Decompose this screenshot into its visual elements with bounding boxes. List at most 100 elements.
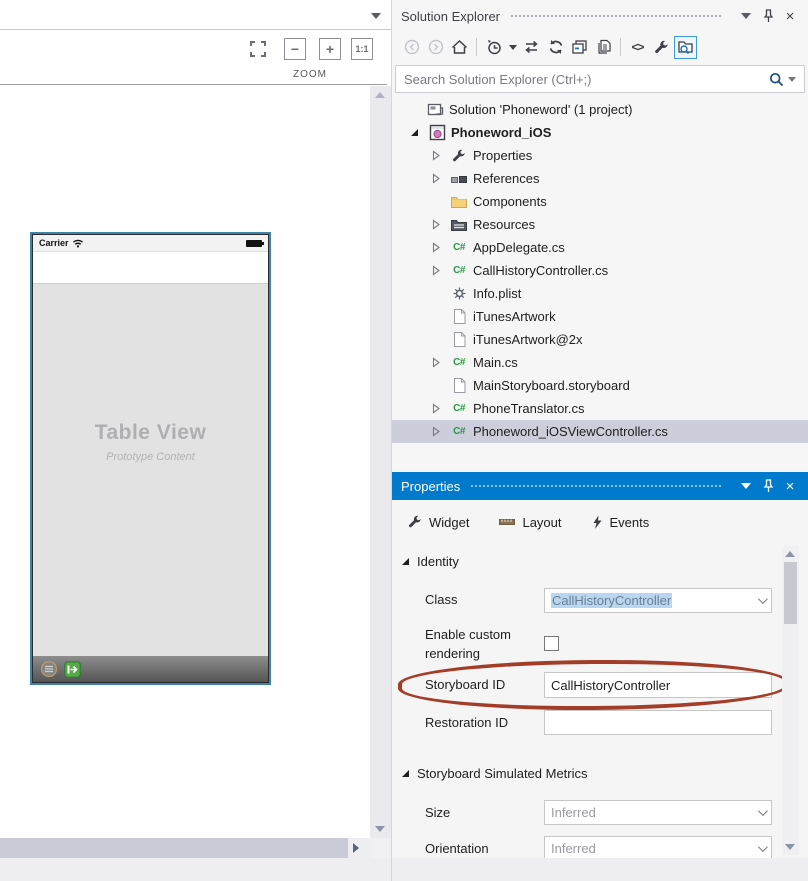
storyboard-id-label: Storyboard ID xyxy=(425,677,505,692)
tree-item-label: Main.cs xyxy=(473,355,518,370)
tree-item[interactable]: iTunesArtwork@2x xyxy=(392,328,808,351)
tree-item[interactable]: C#AppDelegate.cs xyxy=(392,236,808,259)
tree-item[interactable]: C#Main.cs xyxy=(392,351,808,374)
refresh-button[interactable] xyxy=(544,36,567,59)
tab-widget[interactable]: Widget xyxy=(408,515,469,530)
identity-section-header[interactable]: Identity xyxy=(402,554,459,569)
expander-collapsed-icon[interactable] xyxy=(428,173,444,184)
expander-collapsed-icon[interactable] xyxy=(428,242,444,253)
show-all-files-button[interactable] xyxy=(592,36,615,59)
list-circle-icon[interactable] xyxy=(40,660,58,678)
pending-changes-filter-button[interactable] xyxy=(482,36,505,59)
expander-collapsed-icon[interactable] xyxy=(428,265,444,276)
class-combobox[interactable]: CallHistoryController xyxy=(544,588,772,613)
scroll-down-icon[interactable] xyxy=(785,844,795,850)
storyboard-id-input[interactable] xyxy=(544,672,772,698)
search-icon[interactable] xyxy=(769,72,784,87)
properties-panel: Properties × Widget xyxy=(392,472,808,881)
wifi-icon xyxy=(72,239,84,248)
expanded-icon xyxy=(402,558,409,565)
pin-button[interactable] xyxy=(759,477,777,495)
scroll-down-icon[interactable] xyxy=(375,826,385,832)
restoration-id-input[interactable] xyxy=(544,710,772,735)
document-tabs-dropdown-icon[interactable] xyxy=(371,13,381,19)
sync-with-active-document-button[interactable] xyxy=(674,36,697,59)
tree-item[interactable]: MainStoryboard.storyboard xyxy=(392,374,808,397)
tree-item-label: iTunesArtwork xyxy=(473,309,556,324)
expander-collapsed-icon[interactable] xyxy=(428,357,444,368)
sync-views-button[interactable] xyxy=(520,36,543,59)
fit-to-screen-icon xyxy=(250,41,266,57)
solution-explorer-toolbar: <> xyxy=(392,32,808,62)
tree-item[interactable]: Components xyxy=(392,190,808,213)
scroll-right-icon[interactable] xyxy=(353,843,359,853)
tree-item[interactable]: Resources xyxy=(392,213,808,236)
tree-item[interactable]: Info.plist xyxy=(392,282,808,305)
tree-item-label: Solution 'Phoneword' (1 project) xyxy=(449,102,632,117)
document-tab-strip xyxy=(0,0,391,30)
tree-item[interactable]: C#CallHistoryController.cs xyxy=(392,259,808,282)
table-view[interactable]: Table View Prototype Content xyxy=(33,283,268,656)
expander-collapsed-icon[interactable] xyxy=(428,426,444,437)
view-code-button[interactable]: <> xyxy=(626,36,649,59)
expander-collapsed-icon[interactable] xyxy=(428,150,444,161)
references-icon xyxy=(450,173,468,185)
zoom-out-button[interactable]: − xyxy=(284,38,306,60)
scroll-up-icon[interactable] xyxy=(375,92,385,98)
plist-icon xyxy=(450,286,468,301)
close-button[interactable]: × xyxy=(781,7,799,25)
scroll-up-icon[interactable] xyxy=(785,551,795,557)
tab-events[interactable]: Events xyxy=(592,515,650,530)
file-icon xyxy=(450,378,468,393)
metrics-section-header[interactable]: Storyboard Simulated Metrics xyxy=(402,766,588,781)
file-icon xyxy=(450,309,468,324)
properties-button[interactable] xyxy=(650,36,673,59)
expander-collapsed-icon[interactable] xyxy=(428,219,444,230)
tree-item[interactable]: C#Phoneword_iOSViewController.cs xyxy=(392,420,808,443)
designer-horizontal-scrollbar[interactable] xyxy=(0,838,370,858)
properties-scrollbar[interactable] xyxy=(782,546,799,855)
tree-item[interactable]: Properties xyxy=(392,144,808,167)
tree-item[interactable]: iTunesArtwork xyxy=(392,305,808,328)
expander-expanded-icon[interactable] xyxy=(406,129,422,136)
segue-exit-icon[interactable] xyxy=(64,661,81,678)
right-dock-panel: Solution Explorer × xyxy=(391,0,808,881)
close-button[interactable]: × xyxy=(781,477,799,495)
zoom-fit-button[interactable] xyxy=(247,38,269,60)
search-options-icon[interactable] xyxy=(788,77,796,82)
back-button[interactable] xyxy=(400,36,423,59)
properties-header[interactable]: Properties × xyxy=(392,472,808,500)
tree-item[interactable]: Solution 'Phoneword' (1 project) xyxy=(392,98,808,121)
zoom-in-button[interactable]: + xyxy=(319,38,341,60)
collapse-all-button[interactable] xyxy=(568,36,591,59)
scrollbar-thumb[interactable] xyxy=(0,838,348,858)
wrench-icon xyxy=(450,149,468,163)
scrollbar-thumb[interactable] xyxy=(784,562,797,624)
storyboard-id-value[interactable] xyxy=(551,678,765,693)
toolbar-separator xyxy=(620,38,621,56)
window-menu-button[interactable] xyxy=(737,7,755,25)
design-canvas[interactable]: Carrier Table View Prototype Content xyxy=(0,86,369,838)
tree-item[interactable]: C#PhoneTranslator.cs xyxy=(392,397,808,420)
expanded-icon xyxy=(402,770,409,777)
enable-custom-rendering-checkbox[interactable] xyxy=(544,636,559,651)
expander-collapsed-icon[interactable] xyxy=(428,403,444,414)
forward-button[interactable] xyxy=(424,36,447,59)
orientation-value: Inferred xyxy=(551,841,758,856)
solution-search-input[interactable]: Search Solution Explorer (Ctrl+;) xyxy=(395,65,805,93)
pin-button[interactable] xyxy=(759,7,777,25)
solution-explorer-header[interactable]: Solution Explorer × xyxy=(392,0,808,32)
tab-events-label: Events xyxy=(610,515,650,530)
tree-item[interactable]: Phoneword_iOS xyxy=(392,121,808,144)
solution-tree: Solution 'Phoneword' (1 project) Phonewor… xyxy=(392,98,808,443)
window-menu-button[interactable] xyxy=(737,477,755,495)
view-controller-phone-mockup[interactable]: Carrier Table View Prototype Content xyxy=(30,232,271,685)
designer-vertical-scrollbar[interactable] xyxy=(370,86,391,838)
tab-layout[interactable]: Layout xyxy=(499,515,561,530)
home-button[interactable] xyxy=(448,36,471,59)
zoom-actual-size-button[interactable]: 1:1 xyxy=(351,38,373,60)
filter-dropdown-button[interactable] xyxy=(506,36,519,59)
size-combobox[interactable]: Inferred xyxy=(544,800,772,825)
tree-item[interactable]: References xyxy=(392,167,808,190)
restoration-id-value[interactable] xyxy=(551,715,765,730)
